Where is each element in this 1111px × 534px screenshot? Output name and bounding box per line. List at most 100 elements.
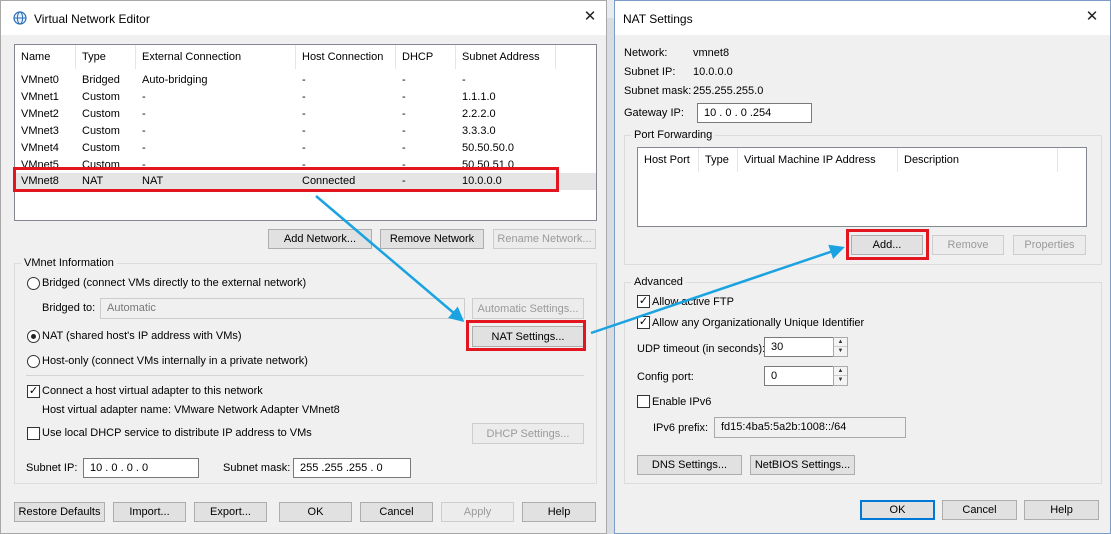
column-name[interactable]: Name bbox=[15, 45, 76, 69]
apply-button[interactable]: Apply bbox=[441, 502, 514, 522]
table-row[interactable]: VMnet2 Custom - - - 2.2.2.0 bbox=[15, 106, 596, 123]
connect-adapter-checkbox[interactable]: ✓ bbox=[27, 385, 40, 398]
subnet-ip-value: 10.0.0.0 bbox=[693, 66, 733, 78]
column-description[interactable]: Description bbox=[898, 148, 1058, 172]
bridged-radio[interactable] bbox=[27, 277, 40, 290]
column-type[interactable]: Type bbox=[76, 45, 136, 69]
subnet-ip-field[interactable]: 10 . 0 . 0 . 0 bbox=[83, 458, 199, 478]
cell-subnet-address: 50.50.51.0 bbox=[462, 159, 514, 171]
subnet-mask-value: 255.255.255.0 bbox=[693, 85, 764, 97]
udp-timeout-field[interactable]: 30 bbox=[764, 337, 834, 357]
ipv6-prefix-field[interactable]: fd15:4ba5:5a2b:1008::/64 bbox=[714, 417, 906, 438]
column-host-connection[interactable]: Host Connection bbox=[296, 45, 396, 69]
cell-name: VMnet5 bbox=[21, 159, 59, 171]
rename-network-button[interactable]: Rename Network... bbox=[493, 229, 596, 249]
restore-defaults-button[interactable]: Restore Defaults bbox=[14, 502, 105, 522]
network-label: Network: bbox=[624, 47, 668, 59]
cell-type: Custom bbox=[82, 142, 120, 154]
subnet-mask-field[interactable]: 255 .255 .255 . 0 bbox=[293, 458, 411, 478]
dhcp-settings-button[interactable]: DHCP Settings... bbox=[472, 423, 584, 444]
column-vm-ip-address[interactable]: Virtual Machine IP Address bbox=[738, 148, 898, 172]
close-icon[interactable]: ✕ bbox=[582, 9, 598, 25]
use-dhcp-label: Use local DHCP service to distribute IP … bbox=[42, 427, 312, 439]
cell-host-connection: - bbox=[302, 108, 306, 120]
config-port-label: Config port: bbox=[637, 371, 694, 383]
table-row[interactable]: VMnet0 Bridged Auto-bridging - - - bbox=[15, 72, 596, 89]
host-only-radio[interactable] bbox=[27, 355, 40, 368]
cell-external-connection: NAT bbox=[142, 175, 164, 187]
cell-host-connection: Connected bbox=[302, 175, 356, 187]
bridged-to-select[interactable]: Automatic bbox=[100, 298, 465, 319]
table-row[interactable]: VMnet3 Custom - - - 3.3.3.0 bbox=[15, 123, 596, 140]
close-icon[interactable]: ✕ bbox=[1084, 9, 1100, 25]
properties-button[interactable]: Properties bbox=[1013, 235, 1086, 255]
config-port-spinner[interactable]: ▲ ▼ bbox=[833, 366, 848, 386]
add-port-button[interactable]: Add... bbox=[851, 235, 923, 255]
help-button[interactable]: Help bbox=[1024, 500, 1099, 520]
cell-dhcp: - bbox=[402, 159, 406, 171]
virtual-network-editor-window: Virtual Network Editor ✕ Name Type Exter… bbox=[0, 0, 607, 534]
cell-dhcp: - bbox=[402, 91, 406, 103]
column-dhcp[interactable]: DHCP bbox=[396, 45, 456, 69]
spin-down-icon[interactable]: ▼ bbox=[834, 347, 847, 356]
nat-radio[interactable] bbox=[27, 330, 40, 343]
table-row[interactable]: VMnet1 Custom - - - 1.1.1.0 bbox=[15, 89, 596, 106]
cell-host-connection: - bbox=[302, 91, 306, 103]
remove-network-button[interactable]: Remove Network bbox=[380, 229, 484, 249]
cell-dhcp: - bbox=[402, 74, 406, 86]
gateway-ip-field[interactable]: 10 . 0 . 0 .254 bbox=[697, 103, 812, 123]
table-row[interactable]: VMnet4 Custom - - - 50.50.50.0 bbox=[15, 140, 596, 157]
vmnet-information-label: VMnet Information bbox=[21, 257, 117, 269]
cell-subnet-address: 1.1.1.0 bbox=[462, 91, 496, 103]
add-network-button[interactable]: Add Network... bbox=[268, 229, 372, 249]
spin-up-icon[interactable]: ▲ bbox=[834, 338, 847, 347]
cell-name: VMnet0 bbox=[21, 74, 59, 86]
cancel-button[interactable]: Cancel bbox=[360, 502, 433, 522]
dns-settings-button[interactable]: DNS Settings... bbox=[637, 455, 742, 475]
column-type[interactable]: Type bbox=[699, 148, 738, 172]
cell-external-connection: - bbox=[142, 159, 146, 171]
enable-ipv6-label: Enable IPv6 bbox=[652, 396, 712, 408]
column-external-connection[interactable]: External Connection bbox=[136, 45, 296, 69]
import-button[interactable]: Import... bbox=[113, 502, 186, 522]
separator bbox=[26, 375, 584, 376]
subnet-mask-label: Subnet mask: bbox=[223, 462, 291, 474]
column-subnet-address[interactable]: Subnet Address bbox=[456, 45, 556, 69]
table-row[interactable]: VMnet5 Custom - - - 50.50.51.0 bbox=[15, 157, 596, 174]
cell-subnet-address: 3.3.3.0 bbox=[462, 125, 496, 137]
udp-timeout-spinner[interactable]: ▲ ▼ bbox=[833, 337, 848, 357]
nat-settings-button[interactable]: NAT Settings... bbox=[472, 326, 584, 347]
bridged-to-label: Bridged to: bbox=[42, 302, 96, 314]
cell-name: VMnet3 bbox=[21, 125, 59, 137]
cell-type: Custom bbox=[82, 159, 120, 171]
cell-host-connection: - bbox=[302, 74, 306, 86]
port-forwarding-list[interactable]: Host Port Type Virtual Machine IP Addres… bbox=[637, 147, 1087, 227]
cell-type: NAT bbox=[82, 175, 104, 187]
cell-subnet-address: 2.2.2.0 bbox=[462, 108, 496, 120]
cell-name: VMnet4 bbox=[21, 142, 59, 154]
use-dhcp-checkbox[interactable] bbox=[27, 427, 40, 440]
ok-button[interactable]: OK bbox=[860, 500, 935, 520]
network-list[interactable]: Name Type External Connection Host Conne… bbox=[14, 44, 597, 221]
column-host-port[interactable]: Host Port bbox=[638, 148, 699, 172]
remove-port-button[interactable]: Remove bbox=[932, 235, 1004, 255]
help-button[interactable]: Help bbox=[522, 502, 596, 522]
cell-subnet-address: - bbox=[462, 74, 466, 86]
cell-type: Custom bbox=[82, 125, 120, 137]
allow-ftp-checkbox[interactable]: ✓ bbox=[637, 295, 650, 308]
netbios-settings-button[interactable]: NetBIOS Settings... bbox=[750, 455, 855, 475]
spin-up-icon[interactable]: ▲ bbox=[834, 367, 847, 376]
table-row[interactable]: VMnet8 NAT NAT Connected - 10.0.0.0 bbox=[15, 173, 596, 190]
enable-ipv6-checkbox[interactable] bbox=[637, 395, 650, 408]
cell-external-connection: - bbox=[142, 91, 146, 103]
cell-subnet-address: 10.0.0.0 bbox=[462, 175, 502, 187]
automatic-settings-button[interactable]: Automatic Settings... bbox=[472, 298, 584, 319]
allow-oui-checkbox[interactable]: ✓ bbox=[637, 316, 650, 329]
cancel-button[interactable]: Cancel bbox=[942, 500, 1017, 520]
ok-button[interactable]: OK bbox=[279, 502, 352, 522]
advanced-group: Advanced bbox=[624, 276, 1102, 484]
port-forwarding-header: Host Port Type Virtual Machine IP Addres… bbox=[638, 148, 1086, 172]
spin-down-icon[interactable]: ▼ bbox=[834, 376, 847, 385]
config-port-field[interactable]: 0 bbox=[764, 366, 834, 386]
export-button[interactable]: Export... bbox=[194, 502, 267, 522]
